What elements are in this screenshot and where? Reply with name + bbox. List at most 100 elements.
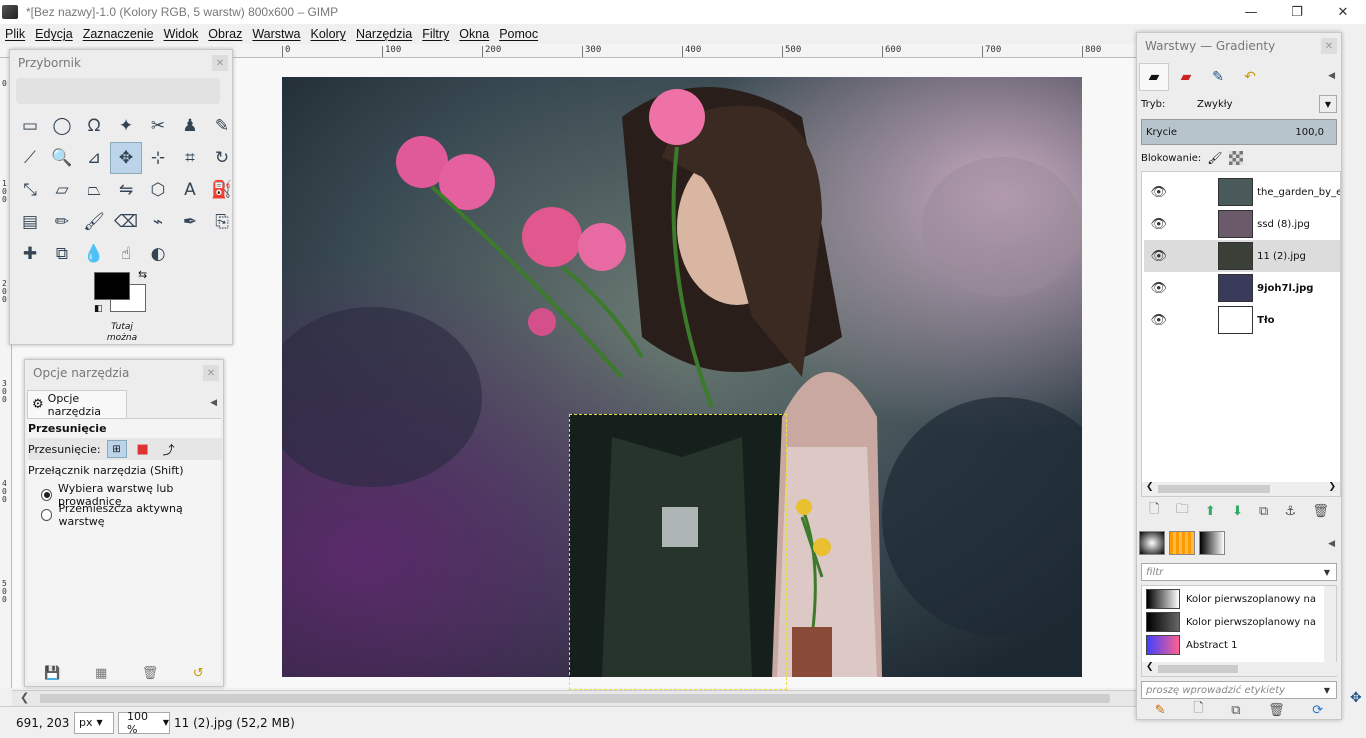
save-options-icon[interactable]: 💾	[44, 666, 60, 681]
move-path-icon[interactable]: ⤴	[159, 440, 179, 458]
rect-select-icon[interactable]: ▭	[14, 110, 46, 142]
blur-icon[interactable]: 💧	[78, 238, 110, 270]
duplicate-layer-icon[interactable]: ⧉	[1259, 504, 1268, 519]
layer-name[interactable]: 9joh7l.jpg	[1257, 283, 1340, 294]
menu-warstwa[interactable]: Warstwa	[247, 27, 305, 41]
scrollbar-thumb[interactable]	[40, 694, 1110, 703]
raise-layer-icon[interactable]: ⬆	[1205, 504, 1216, 519]
unit-select[interactable]: px ▼	[74, 711, 114, 734]
ellipse-select-icon[interactable]: ◯	[46, 110, 78, 142]
move-layer-icon[interactable]: ⊞	[106, 440, 127, 458]
perspective-clone-icon[interactable]: ⧉	[46, 238, 78, 270]
refresh-gradients-icon[interactable]: ⟳	[1312, 703, 1323, 718]
scrollbar-thumb[interactable]	[1158, 485, 1270, 493]
anchor-layer-icon[interactable]: ⚓	[1285, 504, 1297, 519]
tab-menu-icon[interactable]: ◀	[1328, 71, 1335, 81]
crop-icon[interactable]: ⌗	[174, 142, 206, 174]
foreground-color[interactable]	[94, 272, 130, 300]
fuzzy-select-icon[interactable]: ✦	[110, 110, 142, 142]
delete-options-icon[interactable]: 🗑	[142, 666, 159, 681]
lock-alpha-icon[interactable]	[1228, 151, 1243, 165]
close-icon[interactable]: ✕	[203, 365, 219, 381]
opacity-slider[interactable]: Krycie 100,0	[1141, 119, 1337, 145]
layers-tab-icon[interactable]: ▰	[1139, 63, 1169, 91]
gradient-list-hscroll[interactable]: ❮	[1142, 662, 1338, 676]
layer-name[interactable]: 11 (2).jpg	[1257, 251, 1340, 262]
menu-zaznaczenie[interactable]: Zaznaczenie	[78, 27, 159, 41]
radio-pick-layer[interactable]	[41, 489, 53, 501]
menu-kolory[interactable]: Kolory	[306, 27, 351, 41]
horizontal-scrollbar[interactable]: ❮	[12, 690, 1136, 706]
align-icon[interactable]: ⊹	[142, 142, 174, 174]
navigate-icon[interactable]: ✥	[1350, 690, 1362, 706]
tab-menu-icon[interactable]: ◀	[1328, 539, 1335, 549]
blend-icon[interactable]: ▤	[14, 206, 46, 238]
tab-menu-icon[interactable]: ◀	[210, 398, 217, 408]
free-select-icon[interactable]: ᘯ	[78, 110, 110, 142]
perspective-icon[interactable]: ⏢	[78, 174, 110, 206]
close-icon[interactable]: ✕	[1321, 38, 1337, 54]
layer-row[interactable]: 👁 9joh7l.jpg	[1144, 272, 1340, 304]
layer-name[interactable]: ssd (8).jpg	[1257, 219, 1340, 230]
gradient-list-vscroll[interactable]	[1324, 586, 1336, 662]
paths-tab-icon[interactable]: ✎	[1203, 63, 1233, 91]
measure-icon[interactable]: ⊿	[78, 142, 110, 174]
layer-thumbnail[interactable]	[1217, 242, 1254, 270]
scroll-right-arrow[interactable]: ❯	[1328, 482, 1336, 492]
menu-filtry[interactable]: Filtry	[417, 27, 454, 41]
bucket-fill-icon[interactable]: ⛽	[206, 174, 238, 206]
gradient-item[interactable]: Kolor pierwszoplanowy na prze	[1146, 611, 1326, 633]
radio-move-active[interactable]	[41, 509, 53, 521]
gradient-filter-input[interactable]: filtr ▼	[1141, 563, 1337, 581]
delete-gradient-icon[interactable]: 🗑	[1268, 703, 1285, 718]
undo-tab-icon[interactable]: ↶	[1235, 63, 1265, 91]
menu-plik[interactable]: Plik	[0, 27, 30, 41]
gradient-item[interactable]: Abstract 1	[1146, 634, 1326, 656]
move-selection-icon[interactable]: ■	[133, 440, 153, 458]
new-layer-icon[interactable]: 🗋	[1149, 500, 1159, 522]
zoom-icon[interactable]: 🔍	[46, 142, 78, 174]
close-icon[interactable]: ✕	[212, 55, 228, 71]
delete-layer-icon[interactable]: 🗑	[1312, 504, 1329, 519]
channels-tab-icon[interactable]: ▰	[1171, 63, 1201, 91]
visibility-eye-icon[interactable]: 👁	[1144, 217, 1174, 232]
close-button[interactable]: ✕	[1320, 0, 1366, 24]
maximize-button[interactable]: ❐	[1274, 0, 1320, 24]
paths-icon[interactable]: ✎	[206, 110, 238, 142]
menu-edycja[interactable]: Edycja	[30, 27, 78, 41]
tag-entry-input[interactable]: proszę wprowadzić etykiety ▼	[1141, 681, 1337, 699]
rotate-icon[interactable]: ↻	[206, 142, 238, 174]
eraser-icon[interactable]: ⌫	[110, 206, 142, 238]
airbrush-icon[interactable]: ⌁	[142, 206, 174, 238]
tab-tool-options[interactable]: ⚙ Opcje narzędzia	[27, 390, 127, 418]
clone-icon[interactable]: ⎘	[206, 206, 238, 238]
pencil-icon[interactable]: ✏	[46, 206, 78, 238]
scrollbar-thumb[interactable]	[1158, 665, 1238, 673]
layer-thumbnail[interactable]	[1217, 210, 1254, 238]
visibility-eye-icon[interactable]: 👁	[1144, 249, 1174, 264]
smudge-icon[interactable]: ☝	[110, 238, 142, 270]
new-group-icon[interactable]: 🗀	[1176, 500, 1189, 522]
swap-colors-icon[interactable]: ⇆	[138, 268, 147, 281]
visibility-eye-icon[interactable]: 👁	[1144, 313, 1174, 328]
layer-row[interactable]: 👁 ssd (8).jpg	[1144, 208, 1340, 240]
scroll-left-arrow[interactable]: ❮	[1146, 662, 1154, 672]
duplicate-gradient-icon[interactable]: ⧉	[1231, 703, 1240, 718]
fg-bg-colors[interactable]: ⇆ ◧	[94, 268, 164, 322]
layer-row[interactable]: 👁 the_garden_by_em	[1144, 176, 1340, 208]
gradient-item[interactable]: Kolor pierwszoplanowy na kolor	[1146, 588, 1326, 610]
default-colors-icon[interactable]: ◧	[94, 304, 103, 314]
layer-list-hscroll[interactable]: ❮ ❯	[1142, 482, 1340, 496]
visibility-eye-icon[interactable]: 👁	[1144, 281, 1174, 296]
new-gradient-icon[interactable]: 🗋	[1193, 699, 1203, 721]
lower-layer-icon[interactable]: ⬇	[1232, 504, 1243, 519]
zoom-select[interactable]: 100 % ▼	[118, 710, 170, 736]
flip-icon[interactable]: ⇋	[110, 174, 142, 206]
reset-options-icon[interactable]: ↺	[193, 666, 204, 681]
edit-gradient-icon[interactable]: ✎	[1155, 703, 1166, 718]
visibility-eye-icon[interactable]: 👁	[1144, 185, 1174, 200]
paintbrush-icon[interactable]: 🖌	[78, 206, 110, 238]
scale-icon[interactable]: ⤡	[14, 174, 46, 206]
layer-thumbnail[interactable]	[1217, 274, 1254, 302]
scroll-left-arrow[interactable]: ❮	[20, 691, 29, 704]
